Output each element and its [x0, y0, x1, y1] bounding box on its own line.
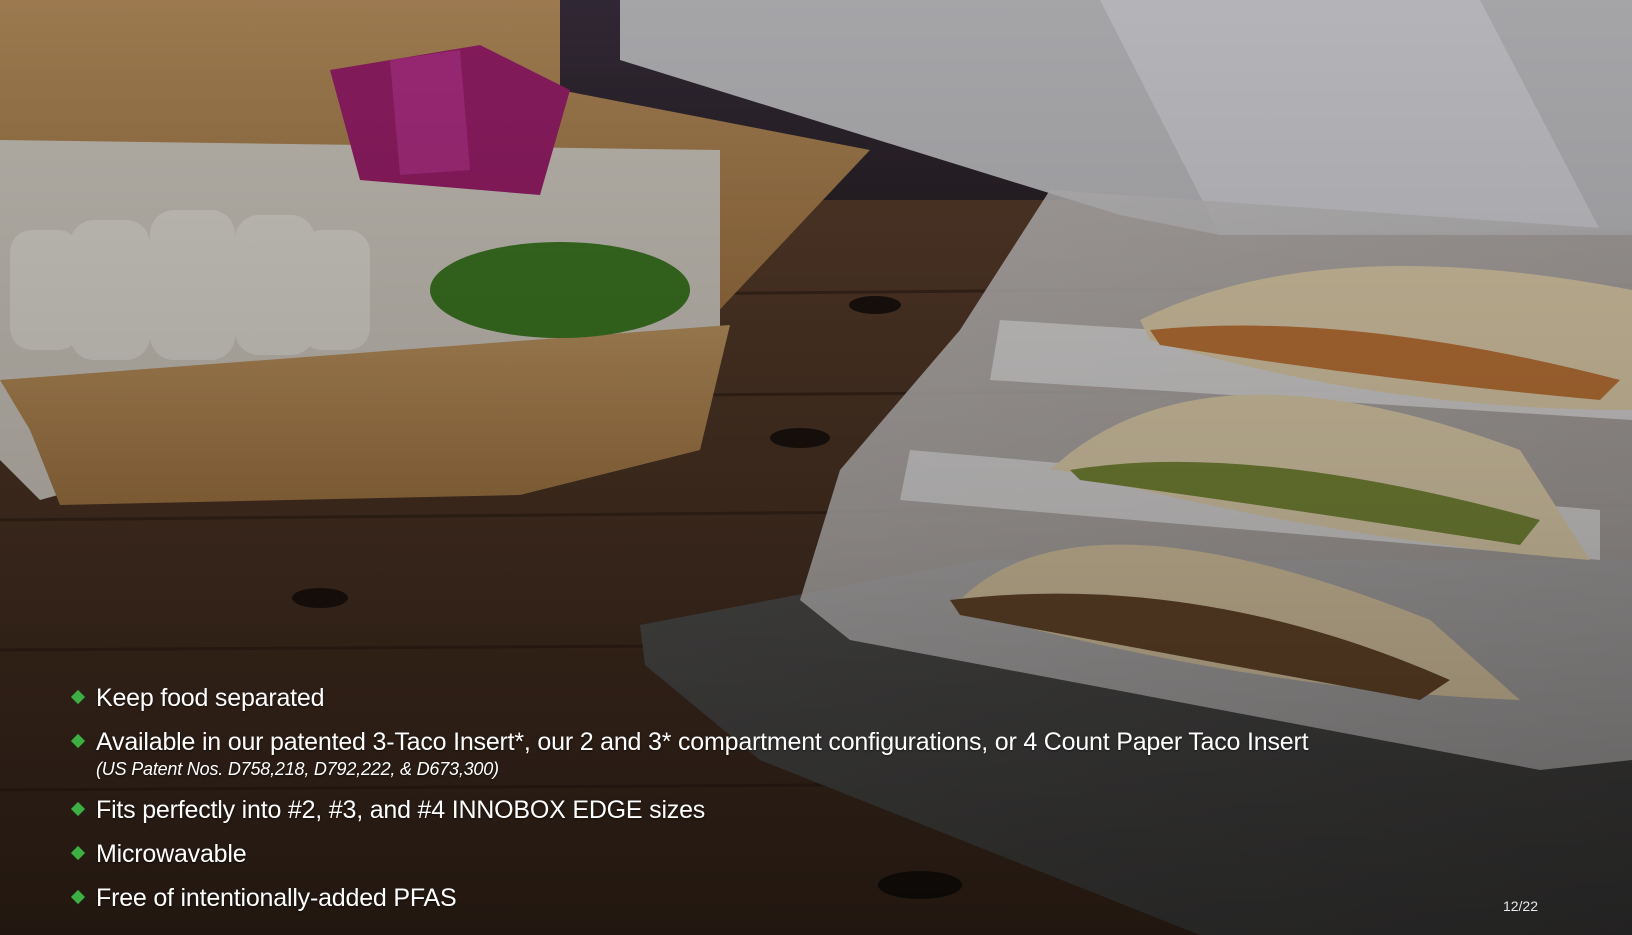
feature-item: Keep food separated: [70, 676, 1402, 720]
feature-text: Free of intentionally-added PFAS: [96, 884, 457, 912]
feature-text: Microwavable: [96, 840, 247, 868]
green-diamond-icon: [70, 733, 86, 749]
feature-text: Fits perfectly into #2, #3, and #4 INNOB…: [96, 796, 706, 824]
page-number: 12/22: [1502, 898, 1538, 914]
feature-item: Free of intentionally-added PFAS: [70, 876, 1402, 920]
feature-item: Fits perfectly into #2, #3, and #4 INNOB…: [70, 788, 1402, 832]
feature-list: Keep food separated Available in our pat…: [70, 676, 1402, 920]
patent-note: (US Patent Nos. D758,218, D792,222, & D6…: [96, 759, 499, 779]
green-diamond-icon: [70, 889, 86, 905]
feature-text: Available in our patented 3-Taco Insert*…: [96, 728, 1309, 756]
slide: Keep food separated Available in our pat…: [0, 0, 1632, 935]
green-diamond-icon: [70, 845, 86, 861]
green-diamond-icon: [70, 689, 86, 705]
feature-text: Keep food separated: [96, 684, 325, 712]
feature-item: Available in our patented 3-Taco Insert*…: [70, 720, 1402, 780]
green-diamond-icon: [70, 801, 86, 817]
feature-item: Microwavable: [70, 832, 1402, 876]
